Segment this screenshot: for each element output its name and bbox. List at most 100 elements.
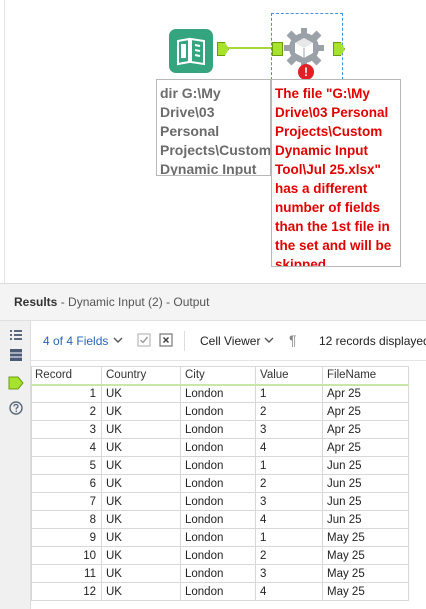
column-header-record[interactable]: Record bbox=[31, 366, 102, 386]
table-cell-filename[interactable]: Apr 25 bbox=[322, 402, 409, 421]
table-row[interactable]: 8 UK London 4 Jun 25 bbox=[31, 510, 409, 529]
chevron-down-icon[interactable] bbox=[113, 335, 123, 345]
directory-tool[interactable] bbox=[169, 29, 213, 73]
check-icon[interactable] bbox=[137, 333, 151, 347]
table-row[interactable]: 12 UK London 4 May 25 bbox=[31, 582, 409, 601]
cell-viewer-dropdown[interactable]: Cell Viewer bbox=[200, 334, 260, 348]
table-cell-country[interactable]: UK bbox=[101, 384, 181, 403]
help-icon[interactable] bbox=[9, 401, 23, 415]
column-header-filename[interactable]: FileName bbox=[322, 366, 409, 386]
table-row[interactable]: 5 UK London 1 Jun 25 bbox=[31, 456, 409, 475]
table-cell-city[interactable]: London bbox=[180, 420, 256, 439]
table-cell-record[interactable]: 6 bbox=[31, 474, 102, 493]
table-cell-filename[interactable]: May 25 bbox=[322, 546, 409, 565]
column-header-city[interactable]: City bbox=[180, 366, 256, 386]
table-row[interactable]: 3 UK London 3 Apr 25 bbox=[31, 420, 409, 439]
deselect-icon[interactable] bbox=[159, 333, 173, 347]
table-cell-filename[interactable]: Apr 25 bbox=[322, 420, 409, 439]
table-row[interactable]: 7 UK London 3 Jun 25 bbox=[31, 492, 409, 511]
connection-line[interactable] bbox=[226, 47, 272, 49]
table-cell-value[interactable]: 4 bbox=[255, 510, 323, 529]
table-cell-value[interactable]: 1 bbox=[255, 384, 323, 403]
table-cell-value[interactable]: 3 bbox=[255, 564, 323, 583]
workflow-canvas[interactable]: ! dir G:\My Drive\03 Personal Projects\C… bbox=[0, 0, 426, 283]
table-cell-record[interactable]: 1 bbox=[31, 384, 102, 403]
table-cell-filename[interactable]: Jun 25 bbox=[322, 474, 409, 493]
table-cell-filename[interactable]: Apr 25 bbox=[322, 384, 409, 403]
table-row[interactable]: 4 UK London 4 Apr 25 bbox=[31, 438, 409, 457]
table-cell-record[interactable]: 12 bbox=[31, 582, 102, 601]
column-header-country[interactable]: Country bbox=[101, 366, 181, 386]
table-cell-country[interactable]: UK bbox=[101, 402, 181, 421]
table-cell-value[interactable]: 1 bbox=[255, 456, 323, 475]
table-cell-filename[interactable]: May 25 bbox=[322, 564, 409, 583]
dynamic-input-tool[interactable] bbox=[283, 27, 325, 69]
table-cell-city[interactable]: London bbox=[180, 582, 256, 601]
table-cell-record[interactable]: 7 bbox=[31, 492, 102, 511]
table-cell-country[interactable]: UK bbox=[101, 528, 181, 547]
table-cell-country[interactable]: UK bbox=[101, 420, 181, 439]
table-cell-value[interactable]: 2 bbox=[255, 474, 323, 493]
table-cell-value[interactable]: 2 bbox=[255, 546, 323, 565]
table-row[interactable]: 2 UK London 2 Apr 25 bbox=[31, 402, 409, 421]
table-cell-city[interactable]: London bbox=[180, 492, 256, 511]
table-cell-filename[interactable]: Jun 25 bbox=[322, 456, 409, 475]
table-cell-country[interactable]: UK bbox=[101, 492, 181, 511]
table-cell-filename[interactable]: May 25 bbox=[322, 582, 409, 601]
chevron-down-icon[interactable] bbox=[264, 335, 274, 345]
fields-selector[interactable]: 4 of 4 Fields bbox=[43, 334, 108, 348]
table-cell-country[interactable]: UK bbox=[101, 564, 181, 583]
directory-annotation[interactable]: dir G:\My Drive\03 Personal Projects\Cus… bbox=[156, 79, 271, 176]
table-row[interactable]: 6 UK London 2 Jun 25 bbox=[31, 474, 409, 493]
table-cell-country[interactable]: UK bbox=[101, 438, 181, 457]
table-cell-value[interactable]: 1 bbox=[255, 528, 323, 547]
table-cell-city[interactable]: London bbox=[180, 528, 256, 547]
table-cell-filename[interactable]: Jun 25 bbox=[322, 492, 409, 511]
dynamic-input-output-anchor[interactable] bbox=[333, 42, 345, 56]
table-cell-value[interactable]: 2 bbox=[255, 402, 323, 421]
table-icon[interactable] bbox=[9, 348, 23, 362]
error-annotation[interactable]: The file "G:\My Drive\03 Personal Projec… bbox=[271, 79, 401, 267]
pilcrow-icon[interactable]: ¶ bbox=[289, 332, 297, 348]
toolbar-divider bbox=[184, 331, 185, 351]
table-cell-country[interactable]: UK bbox=[101, 510, 181, 529]
table-cell-value[interactable]: 4 bbox=[255, 582, 323, 601]
table-row[interactable]: 11 UK London 3 May 25 bbox=[31, 564, 409, 583]
column-header-value[interactable]: Value bbox=[255, 366, 323, 386]
table-cell-record[interactable]: 3 bbox=[31, 420, 102, 439]
table-cell-record[interactable]: 8 bbox=[31, 510, 102, 529]
table-cell-record[interactable]: 9 bbox=[31, 528, 102, 547]
table-cell-country[interactable]: UK bbox=[101, 582, 181, 601]
table-cell-country[interactable]: UK bbox=[101, 456, 181, 475]
list-icon[interactable] bbox=[9, 328, 23, 342]
table-cell-country[interactable]: UK bbox=[101, 474, 181, 493]
table-cell-filename[interactable]: May 25 bbox=[322, 528, 409, 547]
output-anchor-icon[interactable] bbox=[8, 376, 24, 390]
table-cell-filename[interactable]: Jun 25 bbox=[322, 510, 409, 529]
table-cell-city[interactable]: London bbox=[180, 510, 256, 529]
directory-output-anchor[interactable] bbox=[217, 42, 229, 56]
table-cell-city[interactable]: London bbox=[180, 384, 256, 403]
table-cell-record[interactable]: 11 bbox=[31, 564, 102, 583]
table-cell-record[interactable]: 2 bbox=[31, 402, 102, 421]
table-cell-city[interactable]: London bbox=[180, 402, 256, 421]
table-cell-value[interactable]: 3 bbox=[255, 492, 323, 511]
table-cell-city[interactable]: London bbox=[180, 438, 256, 457]
table-cell-country[interactable]: UK bbox=[101, 546, 181, 565]
results-header: Results - Dynamic Input (2) - Output bbox=[0, 283, 426, 321]
table-cell-city[interactable]: London bbox=[180, 456, 256, 475]
canvas-left-border bbox=[4, 0, 5, 283]
table-cell-value[interactable]: 3 bbox=[255, 420, 323, 439]
dynamic-input-input-anchor[interactable] bbox=[272, 42, 283, 56]
table-cell-filename[interactable]: Apr 25 bbox=[322, 438, 409, 457]
table-row[interactable]: 9 UK London 1 May 25 bbox=[31, 528, 409, 547]
table-cell-record[interactable]: 4 bbox=[31, 438, 102, 457]
table-cell-city[interactable]: London bbox=[180, 474, 256, 493]
table-row[interactable]: 10 UK London 2 May 25 bbox=[31, 546, 409, 565]
table-cell-value[interactable]: 4 bbox=[255, 438, 323, 457]
table-cell-record[interactable]: 10 bbox=[31, 546, 102, 565]
table-cell-record[interactable]: 5 bbox=[31, 456, 102, 475]
table-cell-city[interactable]: London bbox=[180, 546, 256, 565]
table-cell-city[interactable]: London bbox=[180, 564, 256, 583]
table-row[interactable]: 1 UK London 1 Apr 25 bbox=[31, 384, 409, 403]
